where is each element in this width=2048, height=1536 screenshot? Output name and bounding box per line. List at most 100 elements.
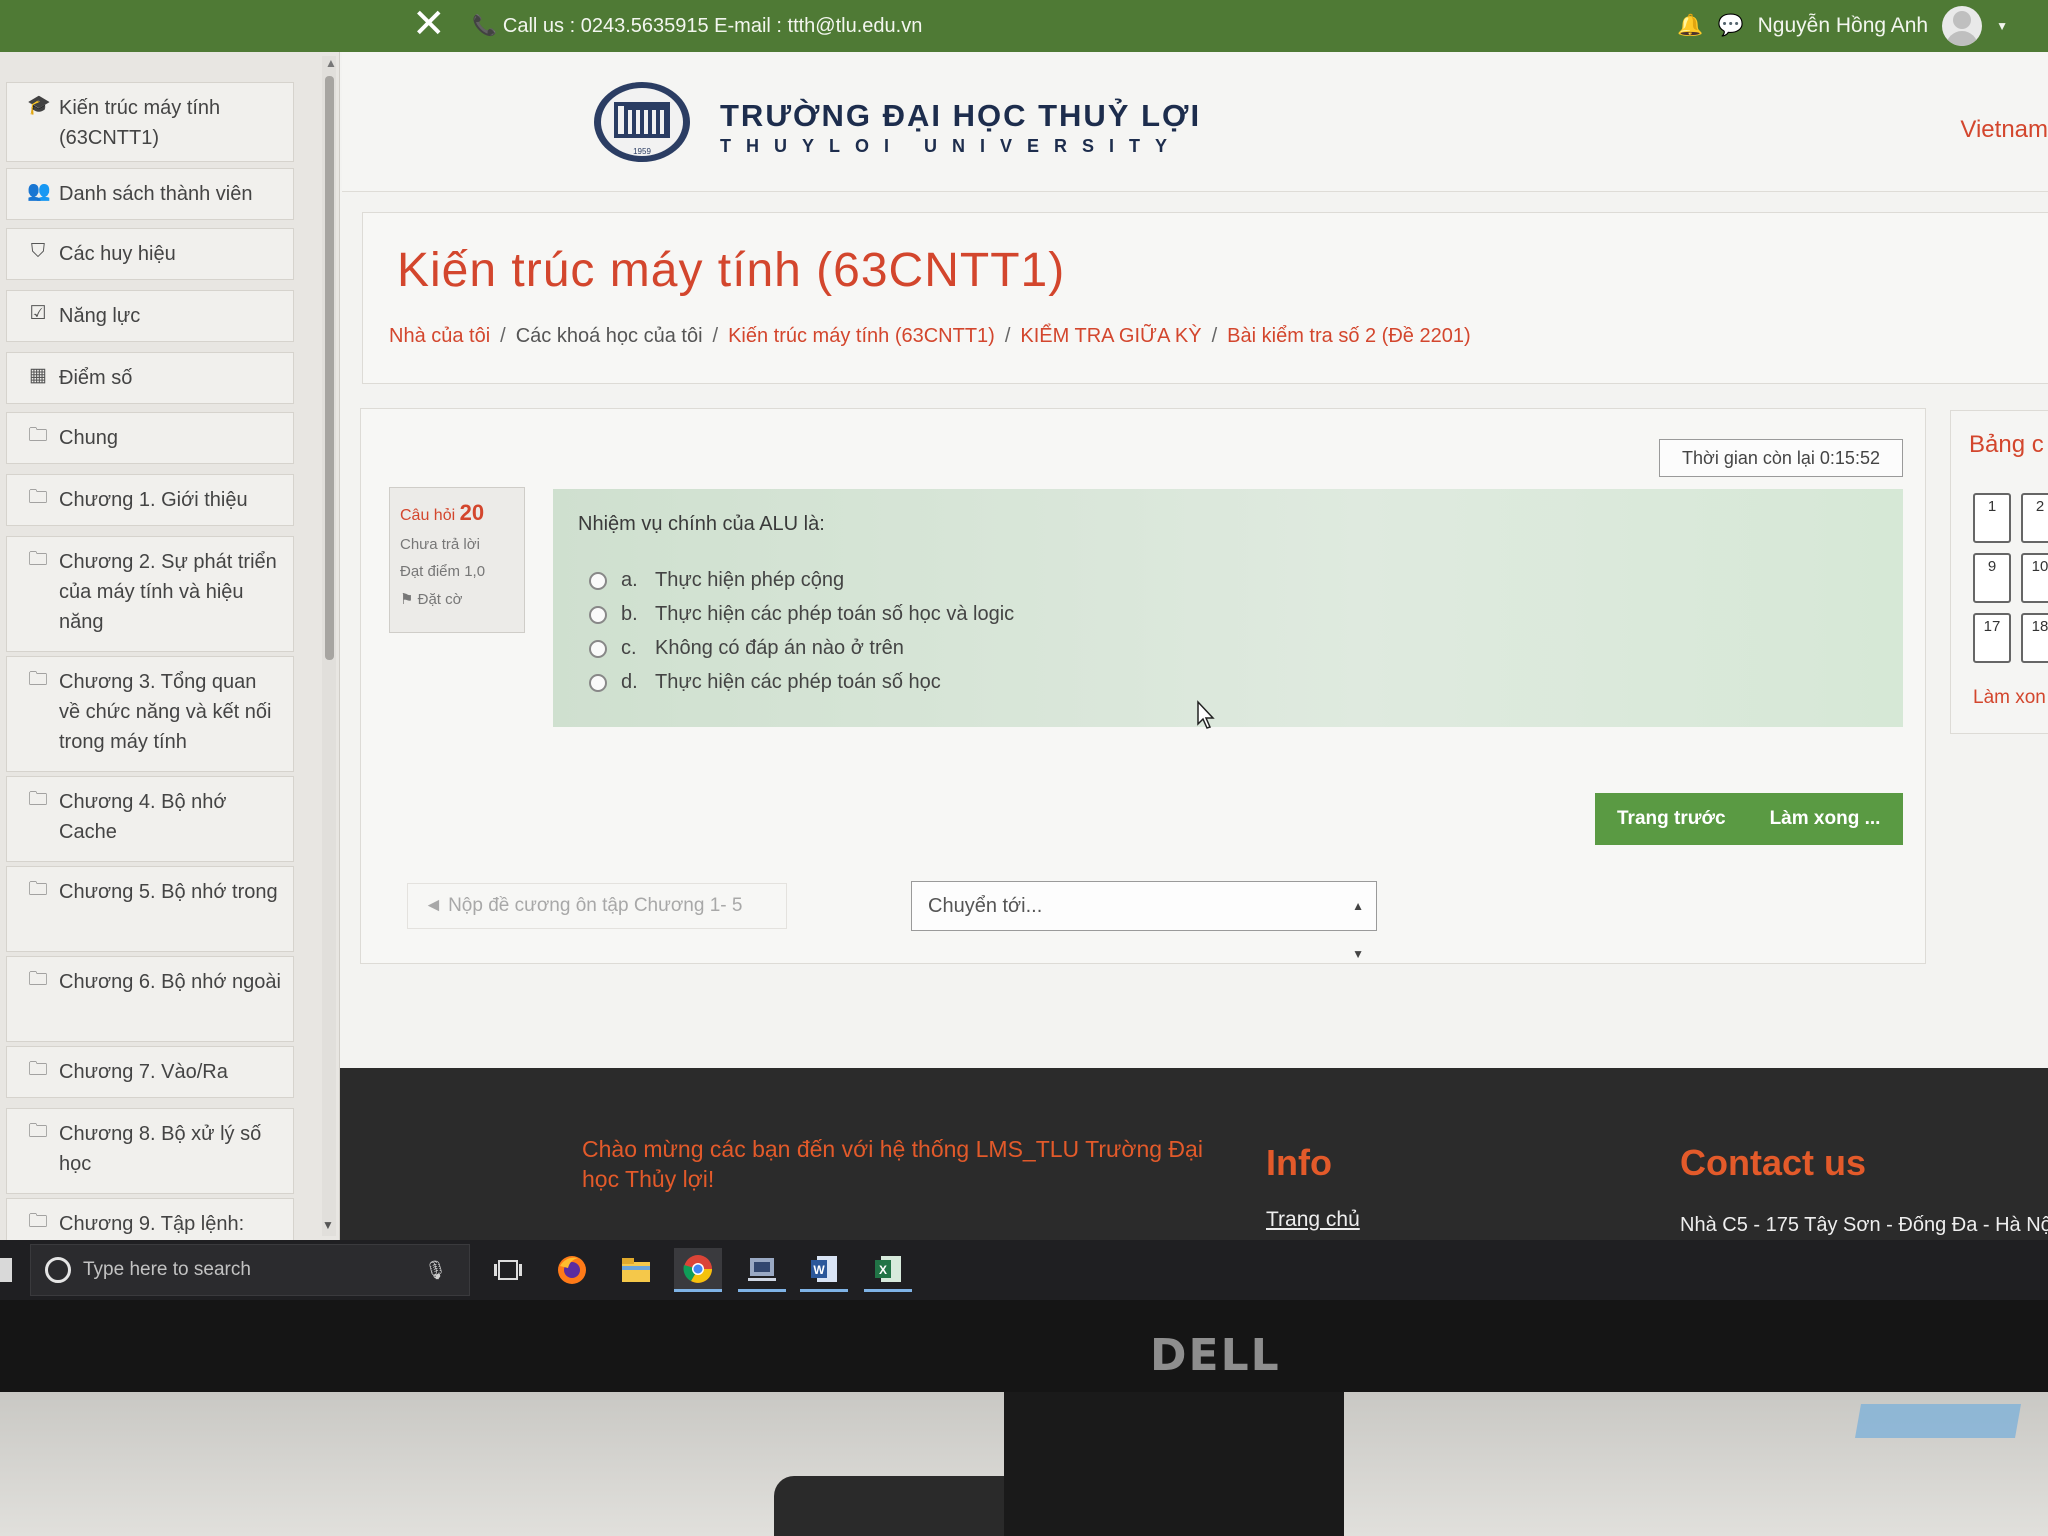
- monitor-bezel: [0, 1300, 2048, 1392]
- chevron-down-icon[interactable]: ▼: [1996, 19, 2008, 33]
- sidebar-item-label: Chương 2. Sự phát triển của máy tính và …: [59, 551, 277, 633]
- sidebar-item-label: Danh sách thành viên: [59, 183, 253, 205]
- file-explorer-icon[interactable]: [612, 1248, 660, 1292]
- breadcrumb-section[interactable]: KIỂM TRA GIỮA KỲ: [1020, 325, 1201, 347]
- sidebar-item-chapter-7[interactable]: 🗀 Chương 7. Vào/Ra: [6, 1046, 294, 1098]
- question-nav-button[interactable]: 18: [2021, 613, 2048, 663]
- footer-info-heading: Info: [1266, 1142, 1332, 1183]
- message-icon[interactable]: 💬: [1717, 14, 1743, 38]
- question-nav-button[interactable]: 2: [2021, 493, 2048, 543]
- sidebar-item-chapter-8[interactable]: 🗀 Chương 8. Bộ xử lý số học: [6, 1108, 294, 1194]
- breadcrumb-my-courses[interactable]: Các khoá học của tôi: [516, 325, 703, 347]
- question-info: Câu hỏi 20 Chưa trả lời Đạt điểm 1,0 ⚑ Đ…: [389, 487, 525, 633]
- avatar[interactable]: [1942, 6, 1983, 46]
- sidebar-item-label: Chương 7. Vào/Ra: [59, 1061, 228, 1083]
- finish-attempt-button[interactable]: Làm xong ...: [1748, 808, 1903, 830]
- sidebar-item-chapter-4[interactable]: 🗀 Chương 4. Bộ nhớ Cache: [6, 776, 294, 862]
- footer-home-link[interactable]: Trang chủ: [1266, 1208, 1360, 1232]
- page-header: Kiến trúc máy tính (63CNTT1) Nhà của tôi…: [362, 212, 2048, 384]
- app-icon[interactable]: [738, 1248, 786, 1292]
- answer-text: Không có đáp án nào ở trên: [655, 637, 904, 659]
- sidebar-item-chapter-1[interactable]: 🗀 Chương 1. Giới thiệu: [6, 474, 294, 526]
- notification-icon[interactable]: 🔔: [1677, 14, 1703, 38]
- answer-option-c[interactable]: c. Không có đáp án nào ở trên: [589, 637, 904, 660]
- question-nav-button[interactable]: 9: [1973, 553, 2011, 603]
- flag-icon: ⚑: [400, 591, 414, 608]
- excel-icon[interactable]: X: [864, 1248, 912, 1292]
- language-selector[interactable]: Vietnam: [1960, 116, 2048, 144]
- quiz-panel: Thời gian còn lại 0:15:52 Câu hỏi 20 Chư…: [360, 408, 1926, 964]
- scroll-down-icon[interactable]: ▼: [322, 1218, 334, 1232]
- sidebar-item-label: Chung: [59, 427, 118, 449]
- question-nav-button[interactable]: 17: [1973, 613, 2011, 663]
- answer-option-b[interactable]: b. Thực hiện các phép toán số học và log…: [589, 603, 1014, 626]
- task-view-icon[interactable]: [484, 1248, 532, 1292]
- folder-icon: 🗀: [28, 1059, 48, 1080]
- close-icon[interactable]: ✕: [412, 4, 450, 44]
- university-logo-icon[interactable]: 1959: [592, 80, 692, 164]
- cortana-icon[interactable]: [45, 1257, 71, 1283]
- sidebar-item-chapter-9[interactable]: 🗀 Chương 9. Tập lệnh:: [6, 1198, 294, 1240]
- previous-activity-link[interactable]: ◄ Nộp đề cương ôn tập Chương 1- 5: [407, 883, 787, 929]
- sidebar-item-badges[interactable]: ⛉ Các huy hiệu: [6, 228, 294, 280]
- folder-icon: 🗀: [28, 789, 48, 810]
- chrome-icon[interactable]: [674, 1248, 722, 1292]
- answer-text: Thực hiện phép cộng: [655, 569, 845, 591]
- sidebar-item-label: Chương 1. Giới thiệu: [59, 489, 248, 511]
- breadcrumb-separator: /: [1004, 325, 1011, 347]
- answer-option-a[interactable]: a. Thực hiện phép cộng: [589, 569, 844, 592]
- flag-question[interactable]: ⚑ Đặt cờ: [400, 590, 514, 608]
- drawer-scrollbar-thumb[interactable]: [325, 76, 334, 660]
- sidebar-item-label: Các huy hiệu: [59, 243, 176, 265]
- breadcrumb-separator: /: [712, 325, 719, 347]
- question-text: Nhiệm vụ chính của ALU là:: [578, 513, 825, 535]
- sidebar-item-chapter-2[interactable]: 🗀 Chương 2. Sự phát triển của máy tính v…: [6, 536, 294, 652]
- start-button[interactable]: [0, 1258, 12, 1282]
- taskbar-search-placeholder: Type here to search: [83, 1259, 251, 1280]
- sidebar-item-general[interactable]: 🗀 Chung: [6, 412, 294, 464]
- radio-button[interactable]: [589, 605, 607, 624]
- firefox-icon[interactable]: [548, 1248, 596, 1292]
- sidebar-item-grades[interactable]: ▦ Điểm số: [6, 352, 294, 404]
- jump-to-select[interactable]: Chuyển tới... ▲ ▼: [911, 881, 1377, 961]
- question-number: Câu hỏi 20: [400, 500, 514, 526]
- footer-contact-heading: Contact us: [1680, 1142, 1867, 1183]
- question-score: Đạt điểm 1,0: [400, 563, 486, 580]
- nav-drawer: 🎓 Kiến trúc máy tính (63CNTT1) 👥 Danh sá…: [0, 52, 340, 1240]
- breadcrumb-separator: /: [500, 325, 506, 347]
- user-name: Nguyễn Hồng Anh: [1757, 14, 1929, 37]
- breadcrumb-course[interactable]: Kiến trúc máy tính (63CNTT1): [728, 325, 995, 347]
- answer-option-d[interactable]: d. Thực hiện các phép toán số học: [589, 671, 941, 694]
- top-bar: ✕ 📞 Call us : 0243.5635915 E-mail : ttth@…: [0, 0, 2048, 52]
- sidebar-item-label: Chương 8. Bộ xử lý số học: [59, 1123, 262, 1175]
- radio-button[interactable]: [589, 571, 607, 590]
- word-icon[interactable]: W: [800, 1248, 848, 1292]
- sidebar-item-participants[interactable]: 👥 Danh sách thành viên: [6, 168, 294, 220]
- taskbar-search[interactable]: Type here to search 🎙: [30, 1244, 470, 1296]
- answer-text: Thực hiện các phép toán số học: [655, 671, 941, 693]
- sidebar-item-chapter-3[interactable]: 🗀 Chương 3. Tổng quan về chức năng và kế…: [6, 656, 294, 772]
- question-nav-button[interactable]: 1: [1973, 493, 2011, 543]
- scroll-up-icon[interactable]: ▲: [325, 56, 337, 70]
- sidebar-item-course[interactable]: 🎓 Kiến trúc máy tính (63CNTT1): [6, 82, 294, 162]
- shield-icon: ⛉: [30, 241, 46, 262]
- radio-button[interactable]: [589, 639, 607, 658]
- quiz-nav-buttons: Trang trước Làm xong ...: [1595, 793, 1903, 845]
- sidebar-item-chapter-6[interactable]: 🗀 Chương 6. Bộ nhớ ngoài: [6, 956, 294, 1042]
- breadcrumb-quiz[interactable]: Bài kiểm tra số 2 (Đề 2201): [1227, 325, 1470, 347]
- footer-welcome: Chào mừng các bạn đến với hệ thống LMS_T…: [582, 1136, 1203, 1192]
- user-menu[interactable]: 🔔 💬 Nguyễn Hồng Anh ▼: [1677, 6, 2008, 46]
- quiz-timer: Thời gian còn lại 0:15:52: [1659, 439, 1903, 477]
- table-icon: ▦: [29, 365, 47, 386]
- sidebar-item-competencies[interactable]: ☑ Năng lực: [6, 290, 294, 342]
- folder-icon: 🗀: [28, 1211, 48, 1232]
- folder-icon: 🗀: [28, 425, 48, 446]
- svg-text:W: W: [813, 1263, 825, 1277]
- radio-button[interactable]: [589, 673, 607, 692]
- question-nav-button[interactable]: 10: [2021, 553, 2048, 603]
- microphone-icon[interactable]: 🎙: [424, 1245, 447, 1295]
- breadcrumb-home[interactable]: Nhà của tôi: [389, 325, 490, 347]
- previous-page-button[interactable]: Trang trước: [1595, 808, 1748, 830]
- sidebar-item-chapter-5[interactable]: 🗀 Chương 5. Bộ nhớ trong: [6, 866, 294, 952]
- finish-attempt-link[interactable]: Làm xon: [1973, 687, 2046, 709]
